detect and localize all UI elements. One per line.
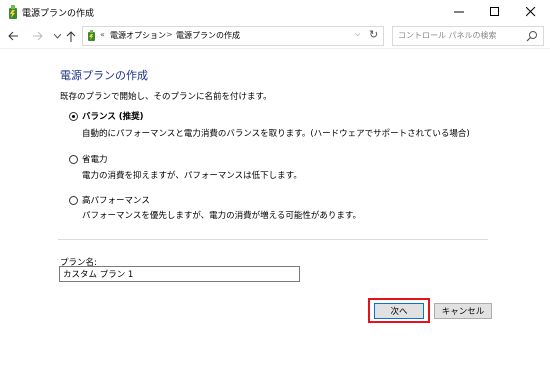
maximize-icon — [490, 7, 499, 16]
breadcrumb-overflow[interactable]: « — [100, 30, 105, 39]
maximize-button[interactable] — [477, 0, 513, 24]
arrow-up-icon — [66, 30, 76, 42]
breadcrumb-power-options[interactable]: 電源オプション — [110, 30, 166, 41]
radio-high-performance[interactable] — [69, 196, 78, 205]
cancel-button[interactable]: キャンセル — [434, 303, 492, 319]
next-button[interactable]: 次へ — [374, 303, 424, 319]
address-dropdown-icon[interactable]: ⌵ — [355, 30, 360, 39]
option-balanced-description: 自動的にパフォーマンスと電力消費のバランスを取ります。(ハードウェアでサポートさ… — [82, 129, 470, 139]
minimize-button[interactable] — [441, 0, 477, 24]
chevron-down-icon — [53, 33, 61, 39]
page-title: 電源プランの作成 — [60, 69, 148, 82]
control-panel-icon — [88, 30, 95, 41]
minimize-icon — [454, 11, 464, 13]
address-bar[interactable]: « 電源オプション > 電源プランの作成 ⌵ ↻ — [82, 26, 384, 46]
option-high-performance-description: パフォーマンスを優先しますが、電力の消費が増える可能性があります。 — [82, 211, 362, 221]
refresh-icon[interactable]: ↻ — [369, 28, 378, 41]
section-divider — [58, 239, 488, 240]
option-power-saver-description: 電力の消費を抑えますが、パフォーマンスは低下します。 — [82, 171, 302, 181]
page-description: 既存のプランで開始し、そのプランに名前を付けます。 — [60, 92, 272, 102]
title-bar: 電源プランの作成 — [0, 0, 550, 24]
window-title: 電源プランの作成 — [22, 9, 95, 19]
search-input[interactable]: コントロール パネルの検索 — [398, 30, 497, 41]
breadcrumb-separator[interactable]: > — [166, 30, 173, 39]
option-balanced-label[interactable]: バランス (推奨) — [82, 110, 144, 122]
close-icon — [526, 7, 536, 17]
power-options-icon — [9, 5, 17, 19]
forward-button[interactable] — [30, 24, 44, 48]
back-button[interactable] — [6, 24, 20, 48]
radio-balanced[interactable] — [69, 112, 78, 121]
recent-locations-button[interactable] — [52, 24, 62, 48]
close-button[interactable] — [513, 0, 549, 24]
search-icon[interactable] — [526, 30, 538, 42]
plan-name-field[interactable] — [59, 266, 300, 282]
arrow-left-icon — [7, 31, 18, 41]
up-button[interactable] — [64, 24, 78, 48]
option-power-saver-label[interactable]: 省電力 — [82, 153, 108, 165]
content-divider — [0, 48, 550, 49]
navigation-bar: « 電源オプション > 電源プランの作成 ⌵ ↻ コントロール パネルの検索 — [0, 24, 550, 48]
search-box[interactable]: コントロール パネルの検索 — [392, 26, 544, 46]
radio-power-saver[interactable] — [69, 155, 78, 164]
option-high-performance-label[interactable]: 高パフォーマンス — [82, 194, 150, 206]
breadcrumb-create-plan[interactable]: 電源プランの作成 — [176, 30, 240, 41]
arrow-right-icon — [32, 31, 43, 41]
